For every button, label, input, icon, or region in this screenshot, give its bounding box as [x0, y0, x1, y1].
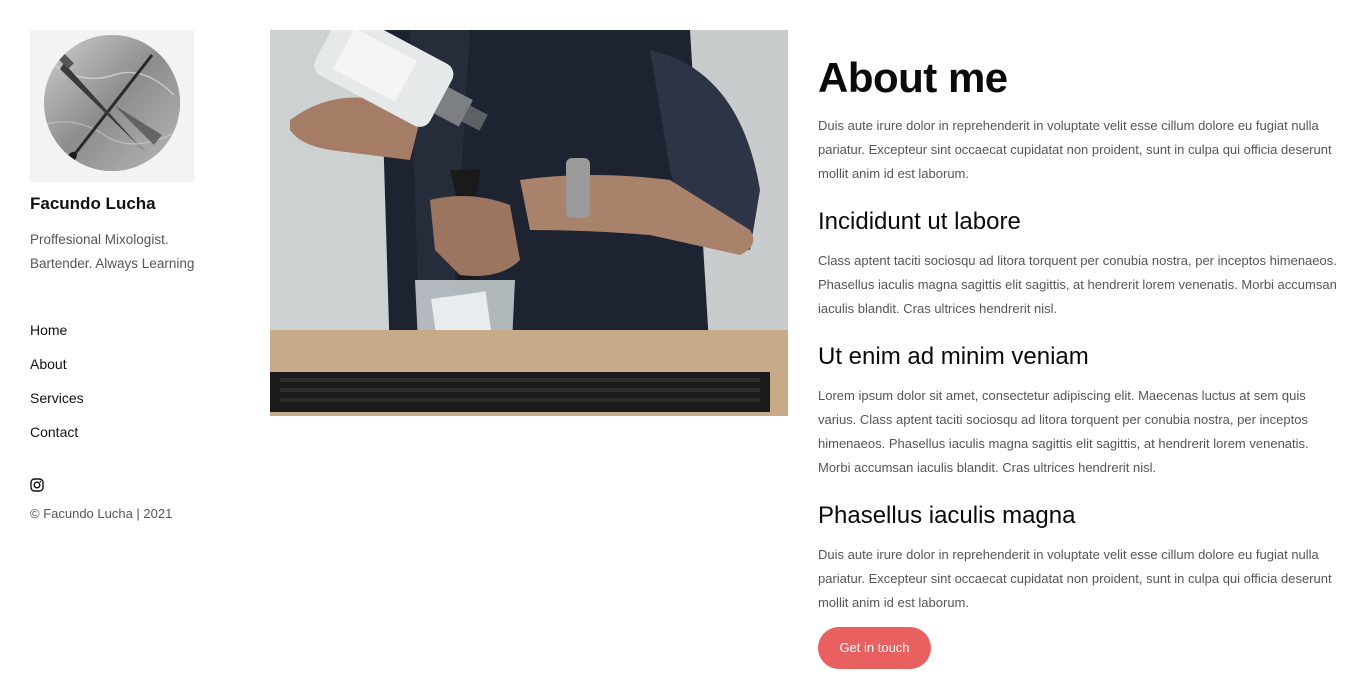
- profile-tagline: Proffesional Mixologist. Bartender. Alwa…: [30, 232, 195, 271]
- nav-item-contact[interactable]: Contact: [30, 424, 84, 458]
- section-text: Duis aute irure dolor in reprehenderit i…: [818, 547, 1332, 610]
- section-heading: Incididunt ut labore: [818, 208, 1021, 235]
- profile-name: Facundo Lucha: [30, 194, 156, 213]
- section-text: Lorem ipsum dolor sit amet, consectetur …: [818, 388, 1309, 475]
- nav-item-home[interactable]: Home: [30, 322, 84, 356]
- sidebar: Facundo Lucha Proffesional Mixologist. B…: [30, 30, 230, 521]
- instagram-icon[interactable]: [30, 478, 44, 492]
- section-heading: Phasellus iaculis magna: [818, 502, 1076, 529]
- copyright-text: © Facundo Lucha | 2021: [30, 506, 173, 521]
- bartender-hero-image: [270, 30, 788, 416]
- avatar-frame: [30, 30, 194, 182]
- nav-item-about[interactable]: About: [30, 356, 84, 390]
- section-text: Class aptent taciti sociosqu ad litora t…: [818, 253, 1337, 316]
- get-in-touch-button[interactable]: Get in touch: [818, 627, 931, 669]
- main-nav: Home About Services Contact: [30, 322, 84, 458]
- bar-tools-image: [44, 35, 180, 171]
- page-title: About me: [818, 54, 1008, 101]
- intro-paragraph: Duis aute irure dolor in reprehenderit i…: [818, 118, 1332, 181]
- section-heading: Ut enim ad minim veniam: [818, 343, 1089, 370]
- avatar: [44, 35, 180, 171]
- nav-item-services[interactable]: Services: [30, 390, 84, 424]
